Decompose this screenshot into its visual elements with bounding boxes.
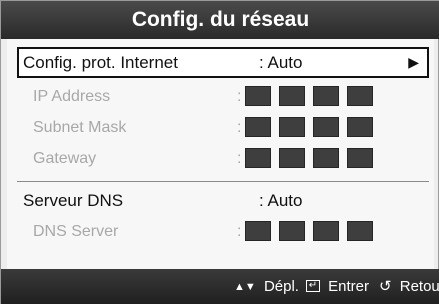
return-hint: ↺ Retour bbox=[379, 269, 439, 304]
network-settings-dialog: Config. du réseau Config. prot. Internet… bbox=[0, 0, 439, 304]
row-label: Serveur DNS bbox=[23, 191, 124, 210]
octet-field bbox=[313, 148, 339, 168]
octet-field bbox=[347, 148, 373, 168]
enter-icon: ↵ bbox=[306, 280, 320, 293]
row-label: Subnet Mask bbox=[33, 119, 127, 136]
dialog-title: Config. du réseau bbox=[1, 1, 439, 39]
octet-field bbox=[347, 117, 373, 137]
enter-label: Entrer bbox=[328, 278, 370, 295]
octet-field bbox=[279, 148, 305, 168]
enter-hint: ↵ Entrer bbox=[306, 269, 369, 304]
octet-field bbox=[245, 148, 271, 168]
return-label: Retour bbox=[399, 278, 439, 295]
row-value: : Auto bbox=[259, 191, 303, 210]
octet-field bbox=[313, 86, 339, 106]
row-label: Config. prot. Internet bbox=[23, 53, 178, 72]
octet-field bbox=[279, 221, 305, 241]
settings-list: Config. prot. Internet : Auto ▶ IP Addre… bbox=[7, 39, 434, 269]
octet-field bbox=[279, 117, 305, 137]
move-label: Dépl. bbox=[263, 278, 299, 295]
row-dns-server: DNS Server : bbox=[17, 216, 429, 247]
octet-field bbox=[347, 86, 373, 106]
section-divider bbox=[17, 181, 429, 182]
colon: : bbox=[237, 150, 242, 167]
octet-field bbox=[313, 221, 339, 241]
row-subnet-mask: Subnet Mask : bbox=[17, 112, 429, 143]
octet-field bbox=[245, 86, 271, 106]
return-icon: ↺ bbox=[379, 278, 392, 295]
octet-field bbox=[313, 117, 339, 137]
octet-field bbox=[347, 221, 373, 241]
up-down-icon: ▲▼ bbox=[234, 281, 256, 294]
octet-field bbox=[279, 86, 305, 106]
row-label: IP Address bbox=[33, 88, 111, 105]
row-ip-address: IP Address : bbox=[17, 81, 429, 112]
colon: : bbox=[237, 223, 242, 240]
arrow-right-icon: ▶ bbox=[408, 54, 419, 70]
row-label: DNS Server bbox=[33, 223, 119, 240]
row-label: Gateway bbox=[33, 150, 97, 167]
colon: : bbox=[237, 119, 242, 136]
row-dns-setup[interactable]: Serveur DNS : Auto bbox=[17, 185, 429, 216]
row-gateway: Gateway : bbox=[17, 143, 429, 174]
octet-field bbox=[245, 117, 271, 137]
button-guide-bar: ▲▼ Dépl. ↵ Entrer ↺ Retour bbox=[1, 269, 439, 304]
octet-field bbox=[245, 221, 271, 241]
row-internet-protocol-setup[interactable]: Config. prot. Internet : Auto ▶ bbox=[17, 47, 429, 78]
row-value: : Auto bbox=[259, 53, 303, 72]
colon: : bbox=[237, 88, 242, 105]
move-hint: ▲▼ Dépl. bbox=[234, 269, 299, 304]
